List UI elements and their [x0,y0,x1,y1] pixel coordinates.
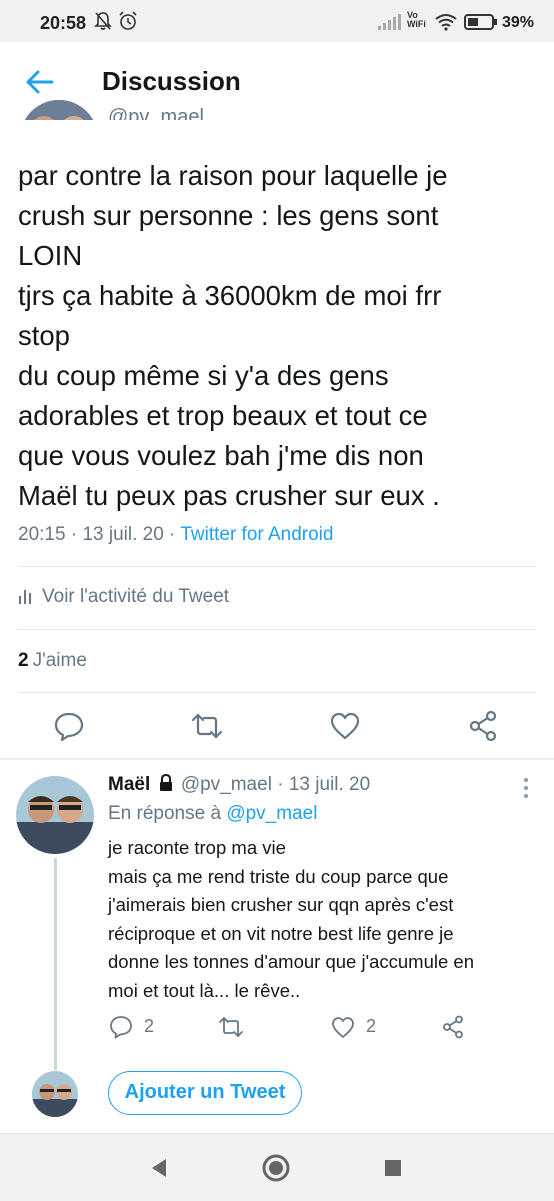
top-app-bar: @pv_mael Discussion [0,42,554,120]
author-avatar[interactable] [20,100,98,120]
arrow-left-icon [26,70,54,94]
meta-separator: · [163,524,181,545]
battery-icon [464,14,497,30]
replying-to: En réponse à @pv_mael [108,803,317,825]
system-nav-bar [0,1133,554,1201]
divider [18,629,536,630]
share-icon [443,1015,463,1039]
meta-separator: · [271,774,289,795]
heart-icon [330,712,360,740]
vowifi-bottom: WiFi [407,19,426,29]
vowifi-indicator: Vo WiFi [407,11,426,29]
likes-label: J'aime [32,650,87,671]
analytics-icon [19,590,31,604]
likes-count-link[interactable]: 2 J'aime [18,650,87,672]
comment-icon [54,712,84,742]
replying-to-prefix: En réponse à [108,803,227,824]
reply-author-name[interactable]: Maël [108,774,150,795]
divider [18,692,536,693]
status-time: 20:58 [40,13,87,33]
alarm-icon [119,11,137,30]
like-count: 2 [366,1016,377,1036]
section-divider [0,758,554,760]
likes-count: 2 [18,650,29,671]
avatar-photo [20,100,98,120]
meta-separator: · [65,524,83,545]
reply-author-handle: @pv_mael [180,774,272,795]
like-button[interactable] [328,709,362,743]
author-handle: @pv_mael [108,106,204,120]
tweet-meta: 20:15 · 13 juil. 20 · Twitter for Androi… [18,524,333,546]
lock-icon [159,774,172,791]
compose-avatar [32,1071,78,1117]
nav-back-icon[interactable] [148,1157,170,1179]
back-button[interactable] [22,66,58,98]
avatar-photo [16,776,94,854]
reply-share-button[interactable] [440,1014,470,1040]
retweet-button[interactable] [190,709,224,743]
activity-label: Voir l'activité du Tweet [42,586,230,607]
heart-icon [332,1017,354,1038]
tweet-time: 20:15 [18,524,66,545]
tweet-text: par contre la raison pour laquelle je cr… [18,160,448,511]
battery-percent: 39% [502,14,535,31]
divider [18,566,536,567]
more-vertical-icon [524,778,528,798]
retweet-icon [219,1017,243,1037]
nav-recents-icon[interactable] [384,1159,402,1177]
reply-reply-button[interactable]: 2 [108,1014,168,1040]
page-title: Discussion [102,66,241,96]
share-button[interactable] [466,709,500,743]
reply-avatar[interactable] [16,776,94,854]
replying-to-mention[interactable]: @pv_mael [226,803,317,824]
retweet-icon [191,713,223,739]
reply-count: 2 [144,1016,155,1036]
tweet-date: 13 juil. 20 [82,524,164,545]
reply-button[interactable] [52,709,86,743]
status-bar: 20:58 Vo WiFi 39% [0,0,554,42]
tweet-source-link[interactable]: Twitter for Android [180,524,333,545]
signal-icon [378,14,401,30]
more-options-button[interactable] [516,776,536,800]
comment-icon [110,1016,132,1039]
thread-connector [54,858,57,1070]
notifications-off-icon [94,12,112,30]
reply-header: Maël @pv_mael · 13 juil. 20 [108,774,370,796]
view-activity-link[interactable]: Voir l'activité du Tweet [18,586,229,608]
reply-retweet-button[interactable] [218,1014,248,1040]
avatar-photo [32,1071,78,1117]
nav-home-icon[interactable] [262,1154,290,1182]
add-tweet-button[interactable]: Ajouter un Tweet [108,1071,302,1115]
reply-like-button[interactable]: 2 [330,1014,390,1040]
wifi-icon [435,14,457,31]
reply-text: je raconte trop ma vie mais ça me rend t… [108,837,474,1001]
reply-date: 13 juil. 20 [288,774,371,795]
share-icon [469,710,497,742]
